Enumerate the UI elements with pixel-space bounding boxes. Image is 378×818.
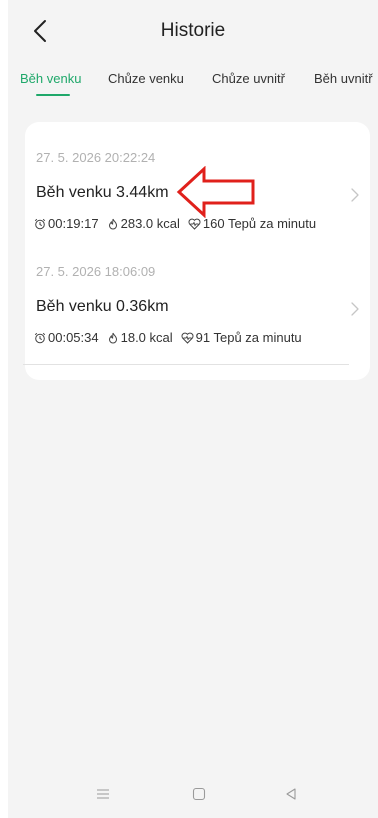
record-stats: 00:19:17 283.0 kcal 160 Tepů za minutu <box>34 216 324 231</box>
screen: Historie Běh venku Chůze venku Chůze uvn… <box>8 0 378 818</box>
flame-icon <box>108 332 117 343</box>
heart-rate-value: 160 Tepů za minutu <box>202 216 317 231</box>
list-divider <box>23 364 349 365</box>
record-title: Běh venku 3.44km <box>36 184 169 201</box>
calories-stat: 18.0 kcal <box>107 330 173 345</box>
record-date: 27. 5. 2026 18:06:09 <box>36 264 156 279</box>
record-title: Běh venku 0.36km <box>36 298 169 315</box>
alarm-clock-icon <box>34 332 46 343</box>
menu-icon <box>97 789 109 799</box>
tab-beh-venku[interactable]: Běh venku <box>20 71 81 86</box>
calories-stat: 283.0 kcal <box>107 216 180 231</box>
duration-stat: 00:19:17 <box>34 216 99 231</box>
calories-value: 18.0 kcal <box>120 330 173 345</box>
annotation-arrow-icon <box>176 166 255 218</box>
calories-value: 283.0 kcal <box>120 216 180 231</box>
system-nav-bar <box>8 770 378 818</box>
history-record-2[interactable]: 27. 5. 2026 18:06:09 Běh venku 0.36km 00… <box>25 242 370 372</box>
duration-value: 00:05:34 <box>48 330 99 345</box>
heart-rate-stat: 91 Tepů za minutu <box>181 330 302 345</box>
active-tab-indicator <box>36 94 70 96</box>
tab-chuze-venku[interactable]: Chůze venku <box>108 71 184 86</box>
heart-rate-value: 91 Tepů za minutu <box>195 330 302 345</box>
history-card: 27. 5. 2026 20:22:24 Běh venku 3.44km 00… <box>25 122 370 380</box>
tab-chuze-uvnitr[interactable]: Chůze uvnitř <box>212 71 285 86</box>
alarm-clock-icon <box>34 218 46 229</box>
page-title: Historie <box>160 20 226 41</box>
nav-menu-button[interactable] <box>92 783 114 805</box>
record-date: 27. 5. 2026 20:22:24 <box>36 150 156 165</box>
duration-value: 00:19:17 <box>48 216 99 231</box>
nav-home-button[interactable] <box>188 783 210 805</box>
header: Historie <box>8 0 378 62</box>
home-square-icon <box>192 787 206 801</box>
tab-bar: Běh venku Chůze venku Chůze uvnitř Běh u… <box>8 62 378 98</box>
heart-pulse-icon <box>188 218 201 230</box>
duration-stat: 00:05:34 <box>34 330 99 345</box>
flame-icon <box>108 218 117 229</box>
chevron-right-icon <box>351 188 359 202</box>
back-triangle-icon <box>286 788 296 800</box>
nav-back-button[interactable] <box>280 783 302 805</box>
chevron-right-icon <box>351 302 359 316</box>
tab-beh-uvnitr[interactable]: Běh uvnitř <box>314 71 373 86</box>
heart-rate-stat: 160 Tepů za minutu <box>188 216 316 231</box>
heart-pulse-icon <box>181 332 194 344</box>
record-stats: 00:05:34 18.0 kcal 91 Tepů za minutu <box>34 330 310 345</box>
